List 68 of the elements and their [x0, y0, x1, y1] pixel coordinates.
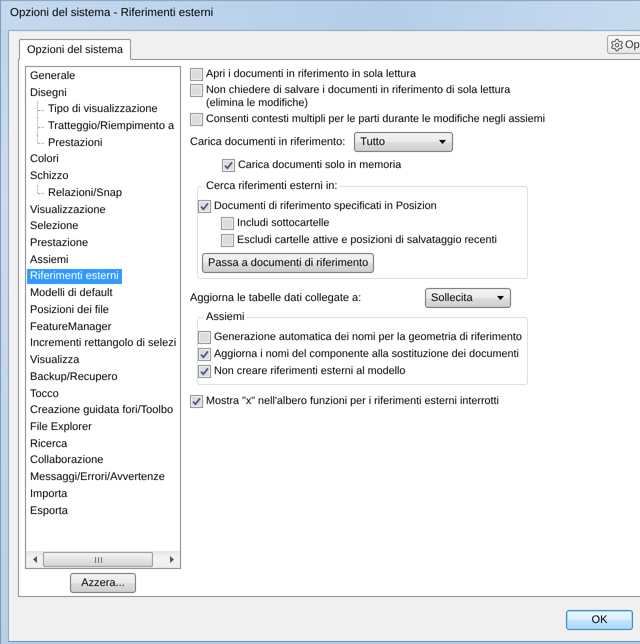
- tree-item[interactable]: FeatureManager: [27, 320, 114, 335]
- option-label: Consenti contesti multipli per le parti durante le modifiche negli assiemi: [206, 113, 546, 126]
- checkbox[interactable]: [222, 159, 235, 172]
- checkbox[interactable]: [221, 234, 234, 247]
- tree-item[interactable]: Generale: [27, 68, 78, 84]
- checkbox[interactable]: [190, 68, 203, 81]
- field-label: Carica documenti in riferimento:: [190, 136, 346, 148]
- tree-item[interactable]: Disegni: [27, 86, 70, 101]
- scroll-left-icon[interactable]: [32, 556, 36, 563]
- tree-item[interactable]: Schizzo: [27, 169, 72, 184]
- option-label: Documenti di riferimento specificati in Posizion: [214, 200, 437, 213]
- tree-item[interactable]: Messaggi/Errori/Avvertenze: [27, 470, 168, 486]
- tree-item[interactable]: Tratteggio/Riempimento a: [45, 119, 178, 134]
- checkbox[interactable]: [221, 217, 234, 230]
- tree-item[interactable]: Backup/Recupero: [27, 370, 120, 385]
- caret-down-icon: [497, 296, 504, 300]
- tree-item[interactable]: Relazioni/Snap: [45, 186, 125, 201]
- tree-item[interactable]: Visualizza: [27, 353, 82, 368]
- option-label: Mostra "x" nell'albero funzioni per i riferimenti esterni interrotti: [206, 395, 499, 408]
- scroll-right-icon[interactable]: [170, 556, 174, 563]
- checkbox[interactable]: [190, 395, 203, 408]
- tree-item[interactable]: Posizioni dei file: [27, 302, 112, 318]
- tree-item[interactable]: Visualizzazione: [27, 202, 109, 218]
- option-label: Apri i documenti in riferimento in sola lettura: [206, 68, 416, 81]
- scrollbar-thumb[interactable]: [43, 552, 153, 567]
- dropdown[interactable]: Sollecita: [425, 288, 511, 308]
- checkbox[interactable]: [190, 113, 203, 126]
- tree-item[interactable]: Selezione: [27, 219, 82, 234]
- options-button[interactable]: Op: [607, 35, 640, 54]
- tree-item[interactable]: Assiemi: [27, 252, 72, 268]
- checkbox[interactable]: [198, 348, 211, 361]
- checkbox[interactable]: [198, 365, 211, 378]
- option-label: Non creare riferimenti esterni al modello: [214, 365, 406, 378]
- tree-item[interactable]: Modelli di default: [27, 286, 116, 302]
- tab[interactable]: Opzioni del sistema: [19, 39, 131, 60]
- tree-item[interactable]: Creazione guidata fori/Toolbo: [27, 403, 176, 418]
- tree-item[interactable]: Prestazione: [27, 236, 92, 252]
- checkbox[interactable]: [198, 200, 211, 213]
- tree-item[interactable]: File Explorer: [27, 420, 95, 435]
- option-label: Includi sottocartelle: [237, 217, 330, 230]
- option-label: Escludi cartelle attive e posizioni di salvataggio recenti: [237, 234, 497, 247]
- dropdown[interactable]: Tutto: [354, 132, 454, 152]
- ok-button[interactable]: OK: [566, 610, 633, 630]
- checkbox[interactable]: [198, 331, 211, 344]
- option-label: Generazione automatica dei nomi per la geometria di riferimento: [214, 331, 522, 344]
- option-label: Carica documenti solo in memoria: [238, 159, 402, 172]
- option-label: Aggiorna i nomi del componente alla sostituzione dei documenti: [214, 348, 519, 361]
- checkbox[interactable]: [190, 84, 203, 97]
- tree-item[interactable]: Esporta: [27, 504, 71, 519]
- tree-item[interactable]: Ricerca: [27, 436, 70, 452]
- field-label: Aggiorna le tabelle dati collegate a:: [190, 292, 362, 304]
- caret-down-icon: [439, 140, 446, 144]
- tree-item[interactable]: Tocco: [27, 386, 62, 402]
- tree-item[interactable]: Incrementi rettangolo di selezi: [27, 336, 180, 352]
- group-title: Assiemi: [205, 311, 246, 324]
- settings-icon: [610, 38, 624, 52]
- reference-documents-button[interactable]: Passa a documenti di riferimento: [202, 253, 374, 273]
- tree-item[interactable]: Tipo di visualizzazione: [45, 102, 161, 118]
- grip-icon: [94, 556, 102, 562]
- reset-button[interactable]: Azzera...: [70, 573, 136, 593]
- tree-item[interactable]: Importa: [27, 486, 70, 502]
- option-label: Non chiedere di salvare i documenti in riferimento di sola lettura (elimina le modifiche): [206, 84, 510, 110]
- window-title: Opzioni del sistema - Riferimenti esterni: [10, 6, 214, 20]
- tree-item[interactable]: Prestazioni: [45, 136, 106, 151]
- horizontal-scrollbar[interactable]: [26, 551, 180, 568]
- tree-item[interactable]: Collaborazione: [27, 453, 106, 468]
- group-title: Cerca riferimenti esterni in:: [205, 180, 338, 193]
- tree-item[interactable]: Colori: [27, 152, 62, 168]
